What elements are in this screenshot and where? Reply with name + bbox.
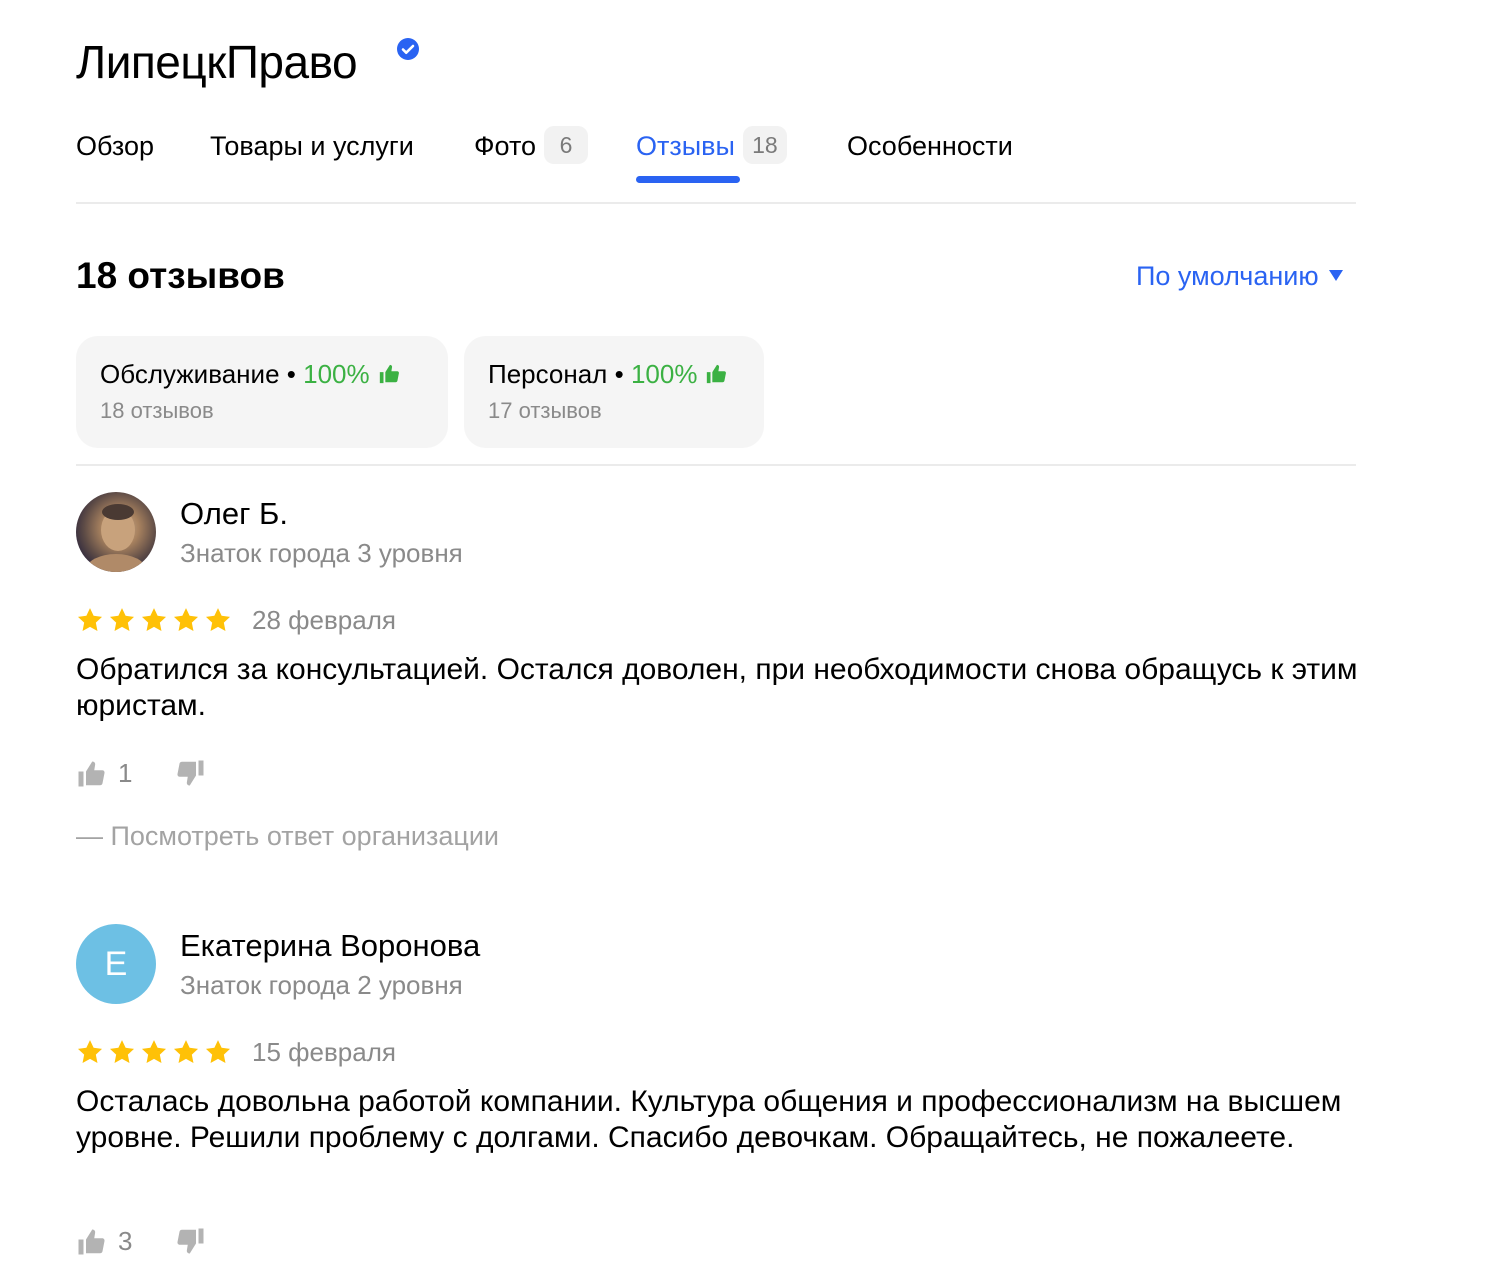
thumbs-down-icon <box>177 1228 204 1254</box>
thumbs-up-icon <box>379 364 399 384</box>
aspects-divider <box>76 464 1356 466</box>
sort-label: По умолчанию <box>1136 261 1319 291</box>
rating-stars <box>76 1038 236 1066</box>
tab-label: Обзор <box>76 131 154 161</box>
aspect-count: 18 отзывов <box>100 398 214 423</box>
like-count: 3 <box>118 1226 133 1256</box>
tab-count-badge: 18 <box>742 126 787 164</box>
tab-overview[interactable]: Обзор <box>76 126 154 166</box>
reviews-count-heading: 18 отзывов <box>76 255 285 296</box>
star-icon <box>141 1040 167 1063</box>
star-icon <box>205 608 231 631</box>
star-icon <box>109 608 135 631</box>
like-count: 1 <box>118 758 133 788</box>
star-icon <box>173 1040 199 1063</box>
review-text: Осталась довольна работой компании. Куль… <box>76 1085 1342 1154</box>
review-author[interactable]: Олег Б. <box>180 494 288 534</box>
review-text: Обратился за консультацией. Остался дово… <box>76 653 1358 722</box>
verified-check-icon <box>397 38 419 60</box>
thumbs-up-icon <box>707 364 727 384</box>
tab-photos[interactable]: Фото 6 <box>474 126 589 166</box>
aspect-name: Персонал <box>488 359 608 389</box>
author-level: Знаток города 2 уровня <box>180 970 463 1000</box>
aspect-name: Обслуживание <box>100 359 280 389</box>
tabs-divider <box>76 202 1356 204</box>
sort-dropdown[interactable]: По умолчанию <box>1136 256 1343 296</box>
tab-products-services[interactable]: Товары и услуги <box>210 126 414 166</box>
aspect-percent: 100% <box>303 359 370 389</box>
star-icon <box>205 1040 231 1063</box>
aspect-percent: 100% <box>630 359 698 389</box>
review-date: 28 февраля <box>252 605 396 635</box>
aspect-separator: • <box>286 359 296 389</box>
aspect-card-staff[interactable]: Персонал • 100% 17 отзывов <box>464 336 764 448</box>
star-icon <box>109 1040 135 1063</box>
thumbs-up-icon <box>78 761 105 786</box>
dislike-button[interactable] <box>176 758 206 792</box>
star-icon <box>141 608 167 631</box>
author-level: Знаток города 3 уровня <box>180 538 463 568</box>
like-button[interactable]: 1 <box>76 758 132 792</box>
active-tab-indicator <box>636 176 740 183</box>
thumbs-down-icon <box>177 760 204 786</box>
triangle-down-icon <box>1328 270 1343 282</box>
star-icon <box>77 1040 103 1063</box>
tab-label: Товары и услуги <box>210 131 414 161</box>
aspect-count: 17 отзывов <box>488 398 602 423</box>
review-date: 15 февраля <box>252 1037 396 1067</box>
org-name: ЛипецкПраво <box>76 36 358 88</box>
aspect-card-service[interactable]: Обслуживание • 100% 18 отзывов <box>76 336 448 448</box>
tab-label: Фото <box>474 131 537 161</box>
like-button[interactable]: 3 <box>76 1226 132 1260</box>
user-photo-icon <box>86 504 146 572</box>
tab-count-badge: 6 <box>544 126 589 164</box>
tab-label: Особенности <box>847 131 1013 161</box>
rating-stars <box>76 606 236 634</box>
view-org-reply-link[interactable]: — Посмотреть ответ организации <box>76 818 499 854</box>
avatar[interactable] <box>76 492 156 572</box>
dislike-button[interactable] <box>176 1226 206 1260</box>
aspect-separator: • <box>614 359 624 389</box>
star-icon <box>77 608 103 631</box>
tab-features[interactable]: Особенности <box>847 126 1013 166</box>
tab-reviews[interactable]: Отзывы 18 <box>636 126 787 166</box>
review-author[interactable]: Екатерина Воронова <box>180 926 480 966</box>
thumbs-up-icon <box>78 1229 105 1254</box>
avatar[interactable]: Е <box>76 924 156 1004</box>
star-icon <box>173 608 199 631</box>
tab-label: Отзывы <box>636 131 735 161</box>
